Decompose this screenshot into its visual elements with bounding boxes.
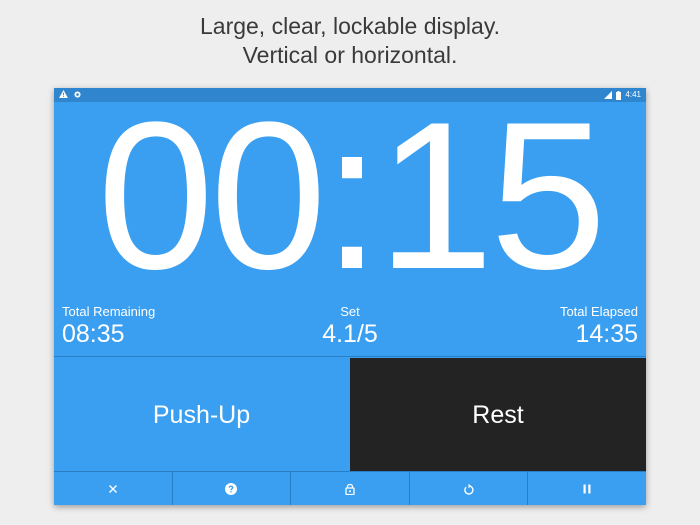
interval-timer-display: 00:15 <box>97 88 607 313</box>
caption-line-1: Large, clear, lockable display. <box>199 13 501 39</box>
rest-label: Rest <box>472 400 524 429</box>
interval-buttons: Push-Up Rest <box>54 356 646 472</box>
lock-button[interactable] <box>290 472 409 505</box>
pause-button[interactable] <box>527 472 646 505</box>
restart-icon <box>463 483 474 495</box>
help-icon <box>225 483 238 495</box>
set-value: 4.1/5 <box>322 320 378 348</box>
tablet-screen: 4:41 00:15 Total Remaining 08:35 Set 4.1… <box>54 88 646 505</box>
bottom-toolbar <box>54 471 646 505</box>
restart-button[interactable] <box>408 472 528 505</box>
rest-button[interactable]: Rest <box>350 358 646 472</box>
set-label: Set <box>340 304 360 319</box>
close-button[interactable] <box>54 472 172 505</box>
caption-line-2: Vertical or horizontal. <box>242 42 458 68</box>
help-button[interactable] <box>171 472 291 505</box>
exercise-label: Push-Up <box>152 400 251 429</box>
lock-icon <box>345 483 355 495</box>
close-icon <box>108 484 118 494</box>
total-elapsed-value: 14:35 <box>575 320 638 348</box>
total-elapsed-label: Total Elapsed <box>559 304 638 319</box>
exercise-button[interactable]: Push-Up <box>54 358 349 472</box>
promo-caption: Large, clear, lockable display. Vertical… <box>0 12 700 70</box>
pause-icon <box>583 484 591 494</box>
